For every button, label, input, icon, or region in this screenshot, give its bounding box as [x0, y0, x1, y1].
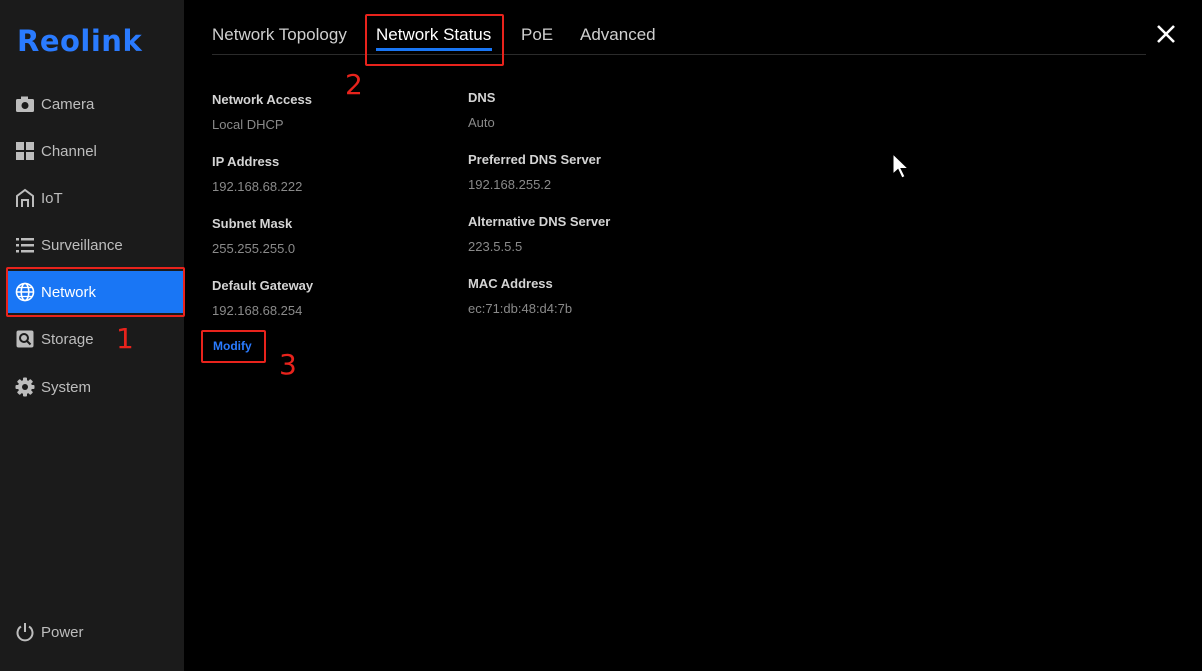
field-subnet-mask: Subnet Mask 255.255.255.0 — [212, 216, 295, 256]
field-ip-address: IP Address 192.168.68.222 — [212, 154, 302, 194]
field-default-gateway: Default Gateway 192.168.68.254 — [212, 278, 313, 318]
grid-icon — [15, 141, 35, 161]
field-dns: DNS Auto — [468, 90, 495, 130]
field-preferred-dns: Preferred DNS Server 192.168.255.2 — [468, 152, 601, 192]
modify-button[interactable]: Modify — [213, 339, 252, 353]
reolink-logo: Reolink — [17, 24, 143, 58]
field-label: IP Address — [212, 154, 280, 169]
field-label: Default Gateway — [212, 278, 314, 293]
camera-icon — [15, 94, 35, 114]
power-icon — [15, 622, 35, 642]
field-mac-address: MAC Address ec:71:db:48:d4:7b — [468, 276, 572, 316]
sidebar-item-camera[interactable]: Camera — [8, 83, 184, 125]
globe-icon — [15, 282, 35, 302]
sidebar-item-label: Camera — [41, 95, 95, 113]
field-value: 255.255.255.0 — [212, 241, 296, 256]
field-value: 192.168.68.222 — [212, 179, 303, 194]
field-value: Auto — [468, 115, 495, 130]
field-alternative-dns: Alternative DNS Server 223.5.5.5 — [468, 214, 610, 254]
close-button[interactable] — [1154, 22, 1178, 46]
annotation-number-2: 2 — [345, 68, 363, 101]
sidebar-item-system[interactable]: System — [8, 366, 184, 408]
home-icon — [15, 188, 35, 208]
field-value: 192.168.255.2 — [468, 177, 552, 192]
storage-icon — [15, 329, 35, 349]
sidebar-item-label: Surveillance — [41, 236, 123, 254]
tab-network-status[interactable]: Network Status — [376, 25, 491, 45]
annotation-number-3: 3 — [279, 348, 297, 381]
power-button[interactable]: Power — [15, 622, 84, 642]
sidebar-item-label: IoT — [41, 189, 63, 207]
sidebar-item-label: Channel — [41, 142, 97, 160]
close-icon — [1157, 25, 1175, 43]
sidebar-item-surveillance[interactable]: Surveillance — [8, 224, 184, 266]
field-label: Network Access — [212, 92, 312, 107]
field-label: Preferred DNS Server — [468, 152, 601, 167]
field-label: Subnet Mask — [212, 216, 293, 231]
sidebar-item-label: Network — [41, 283, 97, 301]
sidebar-item-network[interactable]: Network — [8, 271, 184, 313]
annotation-number-1: 1 — [116, 322, 134, 355]
sidebar-item-label: System — [41, 378, 92, 396]
sidebar-item-iot[interactable]: IoT — [8, 177, 184, 219]
tab-divider — [212, 54, 1146, 55]
sidebar-item-storage[interactable]: Storage — [8, 318, 184, 360]
field-network-access: Network Access Local DHCP — [212, 92, 312, 132]
field-value: ec:71:db:48:d4:7b — [468, 301, 573, 316]
tab-poe[interactable]: PoE — [521, 25, 553, 45]
tab-advanced[interactable]: Advanced — [580, 25, 656, 45]
power-label: Power — [41, 623, 84, 641]
field-label: MAC Address — [468, 276, 553, 291]
field-label: DNS — [468, 90, 496, 105]
tab-network-topology[interactable]: Network Topology — [212, 25, 347, 45]
sidebar: Reolink Camera Channel IoT Surveillance … — [0, 0, 184, 671]
mouse-cursor-icon — [892, 152, 910, 186]
gear-icon — [15, 377, 35, 397]
list-icon — [15, 235, 35, 255]
field-value: 192.168.68.254 — [212, 303, 303, 318]
field-value: Local DHCP — [212, 117, 284, 132]
sidebar-item-channel[interactable]: Channel — [8, 130, 184, 172]
field-label: Alternative DNS Server — [468, 214, 611, 229]
field-value: 223.5.5.5 — [468, 239, 523, 254]
active-tab-indicator — [376, 48, 492, 51]
sidebar-item-label: Storage — [41, 330, 94, 348]
